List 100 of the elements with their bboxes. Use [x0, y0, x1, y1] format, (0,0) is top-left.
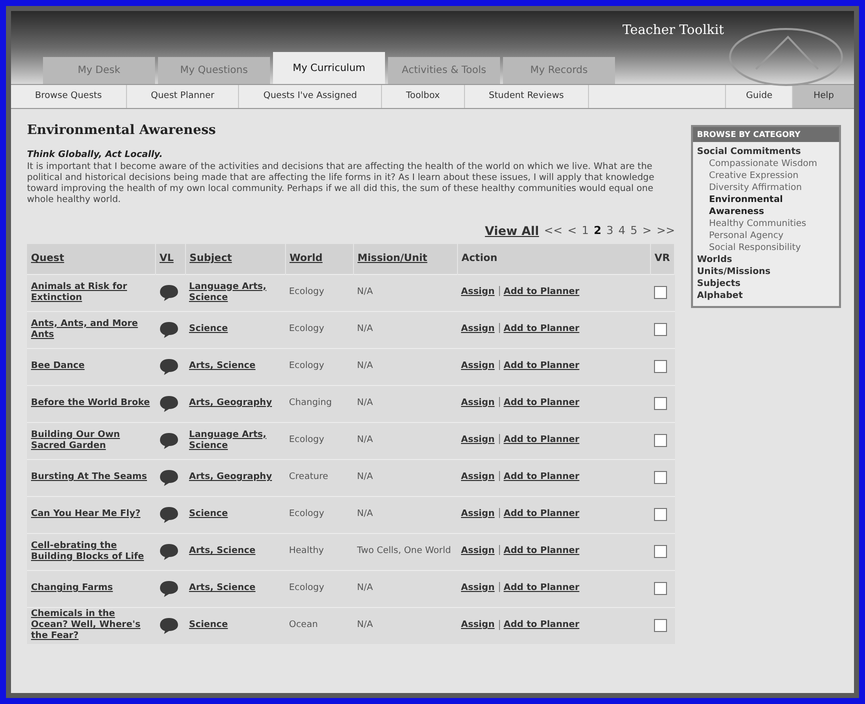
subject-link[interactable]: Language Arts, Science [185, 422, 285, 459]
column-header[interactable]: World [285, 244, 353, 274]
view-all-link[interactable]: View All [484, 222, 540, 240]
mission-cell: N/A [353, 607, 457, 644]
select-checkbox[interactable] [654, 360, 668, 373]
select-checkbox[interactable] [654, 286, 668, 299]
select-checkbox[interactable] [654, 434, 668, 447]
world-cell: Ecology [285, 570, 353, 607]
world-cell: Ecology [285, 496, 353, 533]
mission-cell: N/A [353, 311, 457, 348]
quest-link[interactable]: Bee Dance [27, 348, 155, 385]
category-link[interactable]: Social Responsibility [697, 242, 835, 254]
select-checkbox[interactable] [654, 508, 668, 521]
browse-link[interactable]: Units/Missions [697, 266, 835, 278]
select-checkbox[interactable] [654, 471, 668, 484]
category-link[interactable]: Personal Agency [697, 230, 835, 242]
subnav-link[interactable]: Browse Quests [11, 85, 127, 108]
next-page-link[interactable]: > [642, 222, 652, 240]
speech-bubble-icon [159, 616, 179, 635]
speech-bubble-icon [159, 468, 179, 486]
column-header[interactable]: Quest [27, 244, 155, 274]
first-page-link[interactable]: << [544, 222, 562, 240]
mission-cell: N/A [353, 348, 457, 385]
category-heading[interactable]: Social Commitments [697, 146, 835, 158]
select-checkbox[interactable] [654, 582, 668, 595]
quest-link[interactable]: Animals at Risk for Extinction [27, 274, 155, 311]
select-checkbox[interactable] [654, 397, 668, 410]
category-link[interactable]: Healthy Communities [697, 218, 835, 230]
browse-link[interactable]: Subjects [697, 278, 835, 290]
add-to-planner-link[interactable]: Add to Planner [504, 360, 580, 371]
subnav-link[interactable]: Student Reviews [464, 85, 589, 108]
world-cell: Ecology [285, 274, 353, 311]
assign-link[interactable]: Assign [461, 620, 495, 630]
page-link[interactable]: 2 [594, 222, 602, 240]
mission-cell: Two Cells, One World [353, 533, 457, 570]
speech-bubble-icon [159, 542, 179, 560]
column-header: Action [457, 244, 650, 274]
subject-link[interactable]: Arts, Science [185, 570, 285, 607]
last-page-link[interactable]: >> [656, 222, 675, 240]
assign-link[interactable]: Assign [461, 360, 495, 371]
sidebar-title: BROWSE BY CATEGORY [693, 127, 839, 142]
add-to-planner-link[interactable]: Add to Planner [504, 434, 580, 445]
add-to-planner-link[interactable]: Add to Planner [504, 398, 580, 408]
browse-link[interactable]: Worlds [697, 254, 835, 266]
subject-link[interactable]: Arts, Geography [185, 385, 285, 422]
select-checkbox[interactable] [654, 619, 668, 632]
page-link[interactable]: 4 [618, 222, 626, 240]
add-to-planner-link[interactable]: Add to Planner [504, 620, 580, 630]
add-to-planner-link[interactable]: Add to Planner [504, 582, 580, 593]
page-motto: Think Globally, Act Locally. [27, 148, 164, 162]
category-link[interactable]: Diversity Affirmation [697, 182, 835, 194]
previous-page-link[interactable]: < [567, 222, 577, 240]
nav-tab[interactable]: My Curriculum [273, 52, 385, 84]
subject-link[interactable]: Science [185, 607, 285, 644]
subject-link[interactable]: Science [185, 496, 285, 533]
page-link[interactable]: 3 [606, 222, 614, 240]
subject-link[interactable]: Arts, Science [185, 348, 285, 385]
category-link[interactable]: Creative Expression [697, 170, 835, 182]
add-to-planner-link[interactable]: Add to Planner [504, 546, 580, 556]
subject-link[interactable]: Science [185, 311, 285, 348]
quest-link[interactable]: Chemicals in the Ocean? Well, Where's the Fear? [27, 607, 155, 644]
select-checkbox[interactable] [654, 545, 668, 558]
assign-link[interactable]: Assign [461, 286, 495, 297]
add-to-planner-link[interactable]: Add to Planner [504, 286, 580, 297]
page-link[interactable]: 5 [630, 222, 638, 240]
assign-link[interactable]: Assign [461, 398, 495, 408]
page-link[interactable]: 1 [582, 222, 589, 240]
browse-link[interactable]: Alphabet [697, 290, 835, 302]
subnav-link[interactable]: Quest Planner [126, 85, 240, 108]
subnav-link[interactable]: Toolbox [382, 85, 465, 108]
category-link[interactable]: Environmental Awareness [697, 194, 835, 218]
quest-link[interactable]: Can You Hear Me Fly? [27, 496, 155, 533]
subject-link[interactable]: Arts, Geography [185, 459, 285, 496]
assign-link[interactable]: Assign [461, 472, 495, 482]
assign-link[interactable]: Assign [461, 434, 495, 445]
select-checkbox[interactable] [654, 323, 668, 336]
speech-bubble-icon [159, 320, 179, 338]
quest-link[interactable]: Bursting At The Seams [27, 459, 155, 496]
subject-link[interactable]: Language Arts, Science [185, 274, 285, 311]
subnav-link[interactable]: Help [792, 85, 854, 108]
world-cell: Changing [285, 385, 353, 422]
assign-link[interactable]: Assign [461, 546, 495, 556]
subject-link[interactable]: Arts, Science [185, 533, 285, 570]
subnav-link[interactable]: Quests I've Assigned [239, 85, 382, 108]
assign-link[interactable]: Assign [461, 582, 495, 593]
assign-link[interactable]: Assign [461, 508, 495, 519]
quest-link[interactable]: Before the World Broke [27, 385, 155, 422]
quest-link[interactable]: Building Our Own Sacred Garden [27, 422, 155, 459]
quest-link[interactable]: Changing Farms [27, 570, 155, 607]
column-header[interactable]: Subject [185, 244, 285, 274]
add-to-planner-link[interactable]: Add to Planner [504, 324, 580, 334]
column-header[interactable]: Mission/Unit [353, 244, 457, 274]
quest-link[interactable]: Ants, Ants, and More Ants [27, 311, 155, 348]
speech-bubble-icon [159, 432, 179, 450]
category-link[interactable]: Compassionate Wisdom [697, 158, 835, 170]
add-to-planner-link[interactable]: Add to Planner [504, 508, 580, 519]
assign-link[interactable]: Assign [461, 324, 495, 334]
world-cell: Creature [285, 459, 353, 496]
quest-link[interactable]: Cell-ebrating the Building Blocks of Life [27, 533, 155, 570]
add-to-planner-link[interactable]: Add to Planner [504, 472, 580, 482]
